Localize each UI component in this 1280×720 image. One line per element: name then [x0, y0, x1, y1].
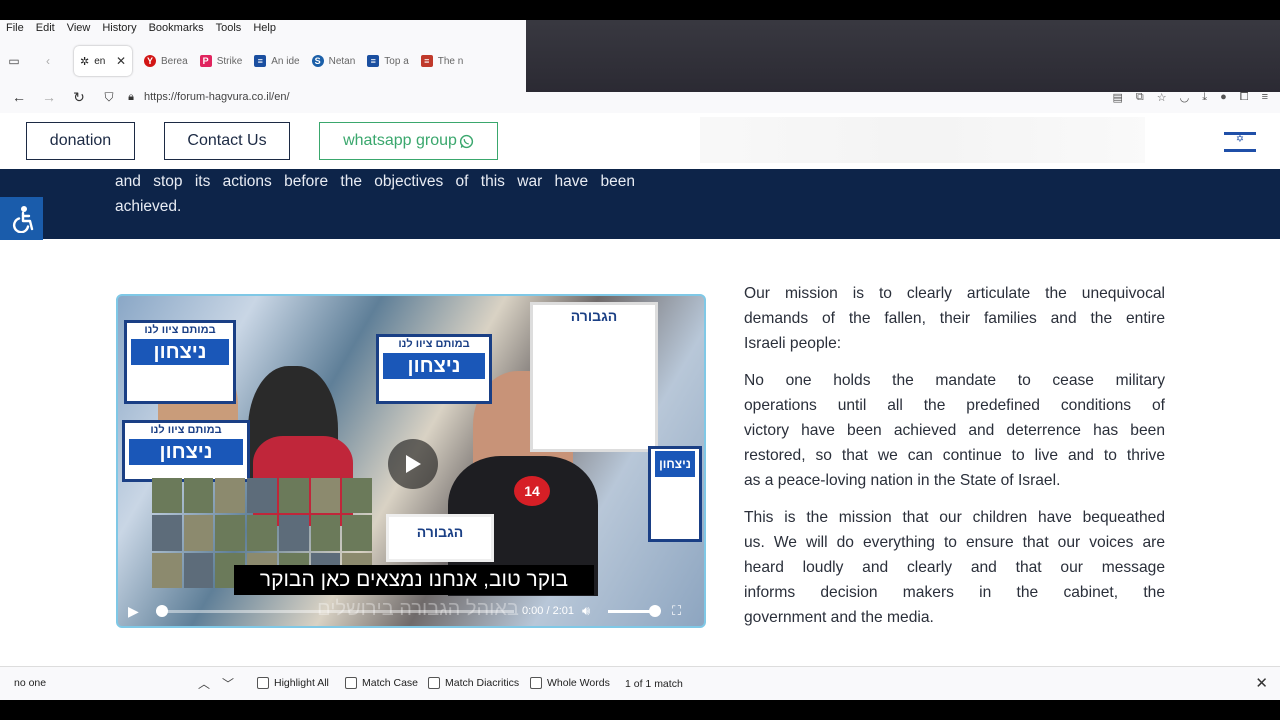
- web-page: donation Contact Us whatsapp group ✡ and…: [0, 113, 1280, 666]
- menu-view[interactable]: View: [61, 20, 97, 36]
- banner-section: and stop its actions before the objectiv…: [0, 169, 1280, 239]
- tab-favicon-icon: S: [311, 55, 324, 67]
- match-diacritics-checkbox[interactable]: Match Diacritics: [428, 677, 519, 689]
- find-next-icon[interactable]: ﹀: [222, 675, 234, 692]
- menu-tools[interactable]: Tools: [210, 20, 248, 36]
- play-button[interactable]: [388, 439, 438, 489]
- url-bar[interactable]: https://forum-hagvura.co.il/en/: [144, 91, 290, 103]
- downloads-icon[interactable]: ⤓: [1202, 91, 1207, 104]
- lock-icon[interactable]: 🔒︎: [124, 91, 138, 104]
- app-menu-icon[interactable]: ≡: [1262, 91, 1268, 103]
- video-subtitle: בוקר טוב, אנחנו נמצאים כאן הבוקר: [234, 565, 594, 595]
- tab-2[interactable]: P Strike: [194, 46, 249, 76]
- toolbar-right: ▤ ⧉ ☆ ◡ ⤓ ● ⧠ ≡: [1112, 84, 1268, 110]
- menu-file[interactable]: File: [0, 20, 30, 36]
- tab-label: Top a: [384, 55, 409, 67]
- menu-history[interactable]: History: [96, 20, 142, 36]
- video-progress-bar[interactable]: [156, 604, 514, 617]
- whatsapp-label: whatsapp group: [343, 132, 457, 149]
- extensions-icon[interactable]: ⧠: [1240, 91, 1249, 104]
- tab-favicon-icon: Y: [144, 55, 156, 67]
- contact-us-button[interactable]: Contact Us: [164, 122, 290, 160]
- tab-active[interactable]: ✲ en ✕: [74, 46, 132, 76]
- mission-paragraph-3: This is the mission that our children ha…: [744, 509, 1165, 626]
- accessibility-button[interactable]: [0, 197, 43, 240]
- tab-4[interactable]: S Netan: [306, 46, 362, 76]
- tab-favicon-icon: P: [199, 55, 212, 67]
- find-previous-icon[interactable]: ︿: [198, 675, 210, 692]
- account-icon[interactable]: ●: [1220, 91, 1227, 103]
- volume-slider[interactable]: [608, 604, 661, 617]
- gear-icon: ✲: [80, 55, 90, 68]
- donation-button[interactable]: donation: [26, 122, 135, 160]
- reader-view-icon[interactable]: ▤: [1112, 91, 1122, 104]
- menu-bookmarks[interactable]: Bookmarks: [143, 20, 210, 36]
- tab-label: Berea: [161, 55, 188, 67]
- tab-6[interactable]: ≡ The n: [415, 46, 470, 76]
- close-find-bar-icon[interactable]: ✕: [1255, 674, 1268, 692]
- volume-icon[interactable]: 🔊︎: [582, 603, 602, 619]
- tab-favicon-icon: ≡: [254, 55, 267, 67]
- scroll-tabs-left-icon[interactable]: ‹: [28, 47, 68, 75]
- volume-knob[interactable]: [649, 604, 661, 617]
- protest-sign: הגבורה: [386, 514, 494, 562]
- protest-sign: במותם ציוו לנו ניצחון: [122, 420, 250, 482]
- back-icon[interactable]: ←: [4, 89, 34, 105]
- banner-text: and stop its actions before the objectiv…: [115, 173, 635, 215]
- whatsapp-icon: [459, 134, 474, 148]
- tab-overview-icon[interactable]: ▭: [0, 47, 28, 75]
- find-navigation: ︿ ﹀: [198, 675, 234, 692]
- find-match-count: 1 of 1 match: [625, 678, 683, 690]
- tab-active-label: en: [94, 55, 106, 67]
- navigation-bar: ← → ↻ ⛉ 🔒︎ https://forum-hagvura.co.il/e…: [0, 84, 1280, 110]
- play-icon: [406, 455, 421, 473]
- tab-favicon-icon: ≡: [367, 55, 380, 67]
- star-of-david-icon: ✡: [1235, 134, 1245, 145]
- forward-icon[interactable]: →: [34, 89, 64, 105]
- pocket-icon[interactable]: ◡: [1180, 91, 1190, 104]
- dark-window-area: [526, 20, 1280, 92]
- mission-paragraph-1: Our mission is to clearly articulate the…: [744, 285, 1165, 352]
- bookmark-star-icon[interactable]: ☆: [1157, 91, 1167, 104]
- header-background-image: [700, 117, 1145, 163]
- tab-label: Netan: [328, 55, 356, 67]
- match-case-checkbox[interactable]: Match Case: [345, 677, 418, 689]
- tab-5[interactable]: ≡ Top a: [361, 46, 414, 76]
- video-time: 0:00 / 2:01: [522, 605, 574, 617]
- tab-favicon-icon: ≡: [420, 55, 433, 67]
- protest-sign: ניצחון: [648, 446, 702, 542]
- protest-sign: במותם ציוו לנו ניצחון: [376, 334, 492, 404]
- tab-label: The n: [437, 55, 464, 67]
- whatsapp-group-button[interactable]: whatsapp group: [319, 122, 498, 160]
- play-control-icon[interactable]: ▶: [128, 603, 150, 620]
- tab-1[interactable]: Y Berea: [138, 46, 194, 76]
- close-tab-icon[interactable]: ✕: [116, 54, 126, 68]
- whole-words-checkbox[interactable]: Whole Words: [530, 677, 610, 689]
- protest-sign: במותם ציוו לנו ניצחון: [124, 320, 236, 404]
- mission-text: Our mission is to clearly articulate the…: [744, 281, 1165, 642]
- find-bar: no one ︿ ﹀ Highlight All Match Case Matc…: [0, 666, 1280, 700]
- fullscreen-icon[interactable]: ⛶: [672, 603, 681, 619]
- tab-label: Strike: [216, 55, 243, 67]
- site-header: donation Contact Us whatsapp group ✡: [0, 113, 1280, 169]
- protest-sign: הגבורה: [530, 302, 658, 452]
- accessibility-icon: [12, 205, 33, 233]
- israel-flag-language-icon[interactable]: ✡: [1224, 132, 1256, 152]
- microphone-icon: 14: [514, 476, 550, 506]
- mission-paragraph-2: No one holds the mandate to cease milita…: [744, 372, 1165, 489]
- menu-help[interactable]: Help: [247, 20, 282, 36]
- screenshot-icon[interactable]: ⧉: [1136, 91, 1144, 104]
- video-controls: ▶ 0:00 / 2:01 🔊︎ ⛶: [118, 596, 704, 626]
- menu-edit[interactable]: Edit: [30, 20, 61, 36]
- tab-label: An ide: [271, 55, 300, 67]
- tab-3[interactable]: ≡ An ide: [248, 46, 305, 76]
- progress-knob[interactable]: [156, 604, 168, 617]
- highlight-all-checkbox[interactable]: Highlight All: [257, 677, 329, 689]
- video-player[interactable]: במותם ציוו לנו ניצחון במותם ציוו לנו ניצ…: [116, 294, 706, 628]
- tab-strip: ▭ ‹ ✲ en ✕ Y Berea P Strike ≡ An ide S N…: [0, 44, 526, 78]
- menu-bar: File Edit View History Bookmarks Tools H…: [0, 20, 282, 36]
- reload-icon[interactable]: ↻: [64, 89, 94, 106]
- shield-icon[interactable]: ⛉: [94, 90, 124, 105]
- find-input[interactable]: no one: [14, 677, 46, 689]
